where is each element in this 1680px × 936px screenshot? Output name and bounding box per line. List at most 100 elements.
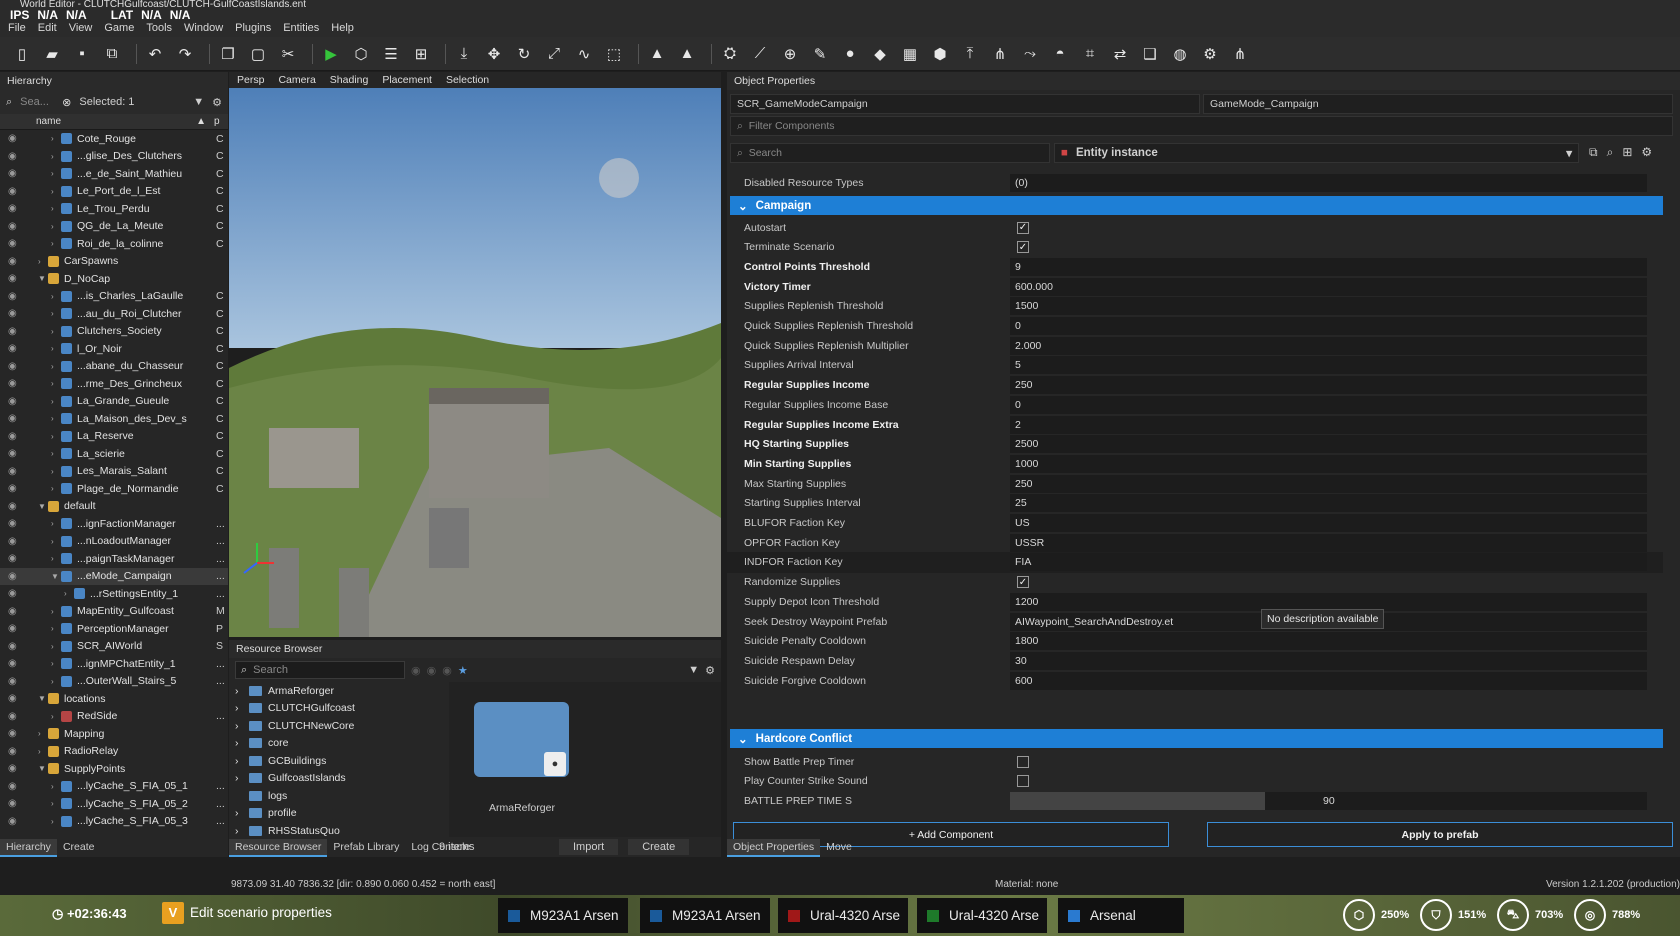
- chevron-right-icon[interactable]: ›: [235, 755, 243, 767]
- visibility-eye-icon[interactable]: ◉: [8, 658, 17, 669]
- hierarchy-row[interactable]: ◉ › MapEntity_Gulfcoast M: [0, 603, 228, 621]
- visibility-eye-icon[interactable]: ◉: [8, 536, 17, 547]
- arsenal-slot[interactable]: M923A1 Arsen: [640, 898, 770, 933]
- hierarchy-column-header[interactable]: name ▲ p: [0, 114, 228, 130]
- chevron-right-icon[interactable]: ›: [51, 292, 61, 301]
- property-value[interactable]: USSR: [1010, 533, 1647, 552]
- property-value[interactable]: 250: [1010, 376, 1647, 395]
- property-value[interactable]: US: [1010, 514, 1647, 532]
- property-value[interactable]: FIA: [1010, 553, 1647, 572]
- sphere-icon[interactable]: ●: [838, 42, 862, 66]
- visibility-eye-icon[interactable]: ◉: [8, 203, 17, 214]
- tree-icon[interactable]: ⋔: [988, 42, 1012, 66]
- nav-icon[interactable]: ▲: [675, 42, 699, 66]
- hierarchy-row[interactable]: ◉ › ...rSettingsEntity_1...: [0, 585, 228, 603]
- hierarchy-search-input[interactable]: Sea...: [20, 96, 54, 108]
- tab-prefab-library[interactable]: Prefab Library: [327, 839, 405, 857]
- property-value[interactable]: 0: [1010, 317, 1647, 335]
- property-value[interactable]: ✓: [1010, 573, 1647, 591]
- property-value[interactable]: 30: [1010, 651, 1647, 670]
- visibility-eye-icon[interactable]: ◉: [8, 413, 17, 424]
- hierarchy-icon[interactable]: ⋔: [1228, 42, 1252, 66]
- arsenal-slot[interactable]: Ural-4320 Arse: [917, 898, 1047, 933]
- import-icon[interactable]: ⤒: [958, 42, 982, 66]
- box-icon[interactable]: ⬢: [928, 42, 952, 66]
- resource-search-input[interactable]: Search: [253, 664, 288, 676]
- visibility-eye-icon[interactable]: ◉: [8, 518, 17, 529]
- visibility-eye-icon[interactable]: ◉: [8, 746, 17, 757]
- chevron-right-icon[interactable]: ›: [235, 685, 243, 697]
- property-checkbox[interactable]: ✓: [1017, 221, 1029, 234]
- chevron-down-icon[interactable]: ▼: [38, 274, 48, 283]
- resource-folder-row[interactable]: › profile: [229, 805, 449, 823]
- arsenal-slot[interactable]: Arsenal: [1058, 898, 1184, 933]
- water-icon[interactable]: ◆: [868, 42, 892, 66]
- gear-icon[interactable]: ⚙: [705, 664, 715, 677]
- place-icon[interactable]: ⤓: [452, 42, 476, 66]
- property-checkbox[interactable]: ✓: [1017, 241, 1029, 254]
- visibility-eye-icon[interactable]: ◉: [8, 781, 17, 792]
- chevron-right-icon[interactable]: ›: [51, 204, 61, 213]
- property-value[interactable]: 1000: [1010, 454, 1647, 473]
- hierarchy-icon[interactable]: ⊞: [1622, 145, 1632, 160]
- property-value[interactable]: 1800: [1010, 632, 1647, 651]
- visibility-eye-icon[interactable]: ◉: [8, 238, 17, 249]
- chevron-right-icon[interactable]: ›: [51, 414, 61, 423]
- grid-icon[interactable]: ▦: [898, 42, 922, 66]
- gear-icon[interactable]: ⚙: [212, 96, 222, 109]
- column-name[interactable]: name: [36, 116, 196, 127]
- entity-instance-dropdown[interactable]: ■ Entity instance ▾: [1054, 143, 1579, 163]
- resource-folder-row[interactable]: › core: [229, 735, 449, 753]
- chevron-down-icon[interactable]: ▼: [38, 502, 48, 511]
- hierarchy-row[interactable]: ◉ › QG_de_La_Meute C: [0, 218, 228, 236]
- rotate-icon[interactable]: ↻: [512, 42, 536, 66]
- hierarchy-row[interactable]: ◉ › ...ignMPChatEntity_1...: [0, 655, 228, 673]
- chevron-down-icon[interactable]: ▼: [38, 694, 48, 703]
- chevron-right-icon[interactable]: ›: [51, 799, 61, 808]
- property-value[interactable]: [1010, 772, 1647, 790]
- save-icon[interactable]: ▪: [70, 42, 94, 66]
- chevron-right-icon[interactable]: ›: [51, 554, 61, 563]
- chevron-right-icon[interactable]: ›: [51, 152, 61, 161]
- hierarchy-row[interactable]: ◉ › Le_Port_de_l_Est C: [0, 183, 228, 201]
- chevron-right-icon[interactable]: ›: [51, 379, 61, 388]
- chevron-right-icon[interactable]: ›: [51, 782, 61, 791]
- visibility-eye-icon[interactable]: ◉: [8, 641, 17, 652]
- visibility-eye-icon[interactable]: ◉: [8, 571, 17, 582]
- property-value[interactable]: 2500: [1010, 435, 1647, 454]
- visibility-eye-icon[interactable]: ◉: [8, 396, 17, 407]
- property-value[interactable]: 250: [1010, 474, 1647, 493]
- hierarchy-row[interactable]: ◉ ▼ ...eMode_Campaign...: [0, 567, 228, 585]
- visibility-eye-icon[interactable]: ◉: [8, 693, 17, 704]
- property-value[interactable]: 2: [1010, 415, 1647, 434]
- visibility-eye-icon[interactable]: ◉: [8, 676, 17, 687]
- resource-folder-row[interactable]: › ArmaReforger: [229, 682, 449, 700]
- hierarchy-row[interactable]: ◉ › ...ignFactionManager...: [0, 515, 228, 533]
- undo-icon[interactable]: ↶: [143, 42, 167, 66]
- move-icon[interactable]: ✥: [482, 42, 506, 66]
- property-value[interactable]: 25: [1010, 494, 1647, 513]
- visibility-eye-icon[interactable]: ◉: [8, 711, 17, 722]
- stack-icon[interactable]: ❑: [1138, 42, 1162, 66]
- hierarchy-row[interactable]: ◉ › ...nLoadoutManager...: [0, 533, 228, 551]
- hierarchy-row[interactable]: ◉ › Plage_de_Normandie C: [0, 480, 228, 498]
- resource-search-field[interactable]: ⌕ Search: [235, 661, 405, 679]
- hierarchy-row[interactable]: ◉ › SCR_AIWorld S: [0, 638, 228, 656]
- visibility-eye-icon[interactable]: ◉: [8, 431, 17, 442]
- chevron-right-icon[interactable]: ›: [51, 449, 61, 458]
- property-search-input[interactable]: ⌕ Search: [730, 143, 1050, 163]
- hierarchy-row[interactable]: ◉ ▼ D_NoCap: [0, 270, 228, 288]
- edit-scenario-label[interactable]: Edit scenario properties: [190, 905, 332, 920]
- menu-edit[interactable]: Edit: [38, 22, 57, 34]
- property-checkbox[interactable]: [1017, 775, 1029, 788]
- create-button[interactable]: Create: [628, 839, 690, 855]
- apply-to-prefab-button[interactable]: Apply to prefab: [1207, 822, 1673, 847]
- hierarchy-row[interactable]: ◉ › La_Reserve C: [0, 428, 228, 446]
- open-external-icon[interactable]: ⧉: [1589, 145, 1598, 160]
- hierarchy-row[interactable]: ◉ ▼ SupplyPoints: [0, 760, 228, 778]
- chevron-right-icon[interactable]: ›: [38, 729, 48, 738]
- chevron-right-icon[interactable]: ›: [51, 624, 61, 633]
- chevron-right-icon[interactable]: ›: [38, 747, 48, 756]
- entity-icon[interactable]: ⬡: [349, 42, 373, 66]
- helmet-icon[interactable]: ◓: [1048, 42, 1072, 66]
